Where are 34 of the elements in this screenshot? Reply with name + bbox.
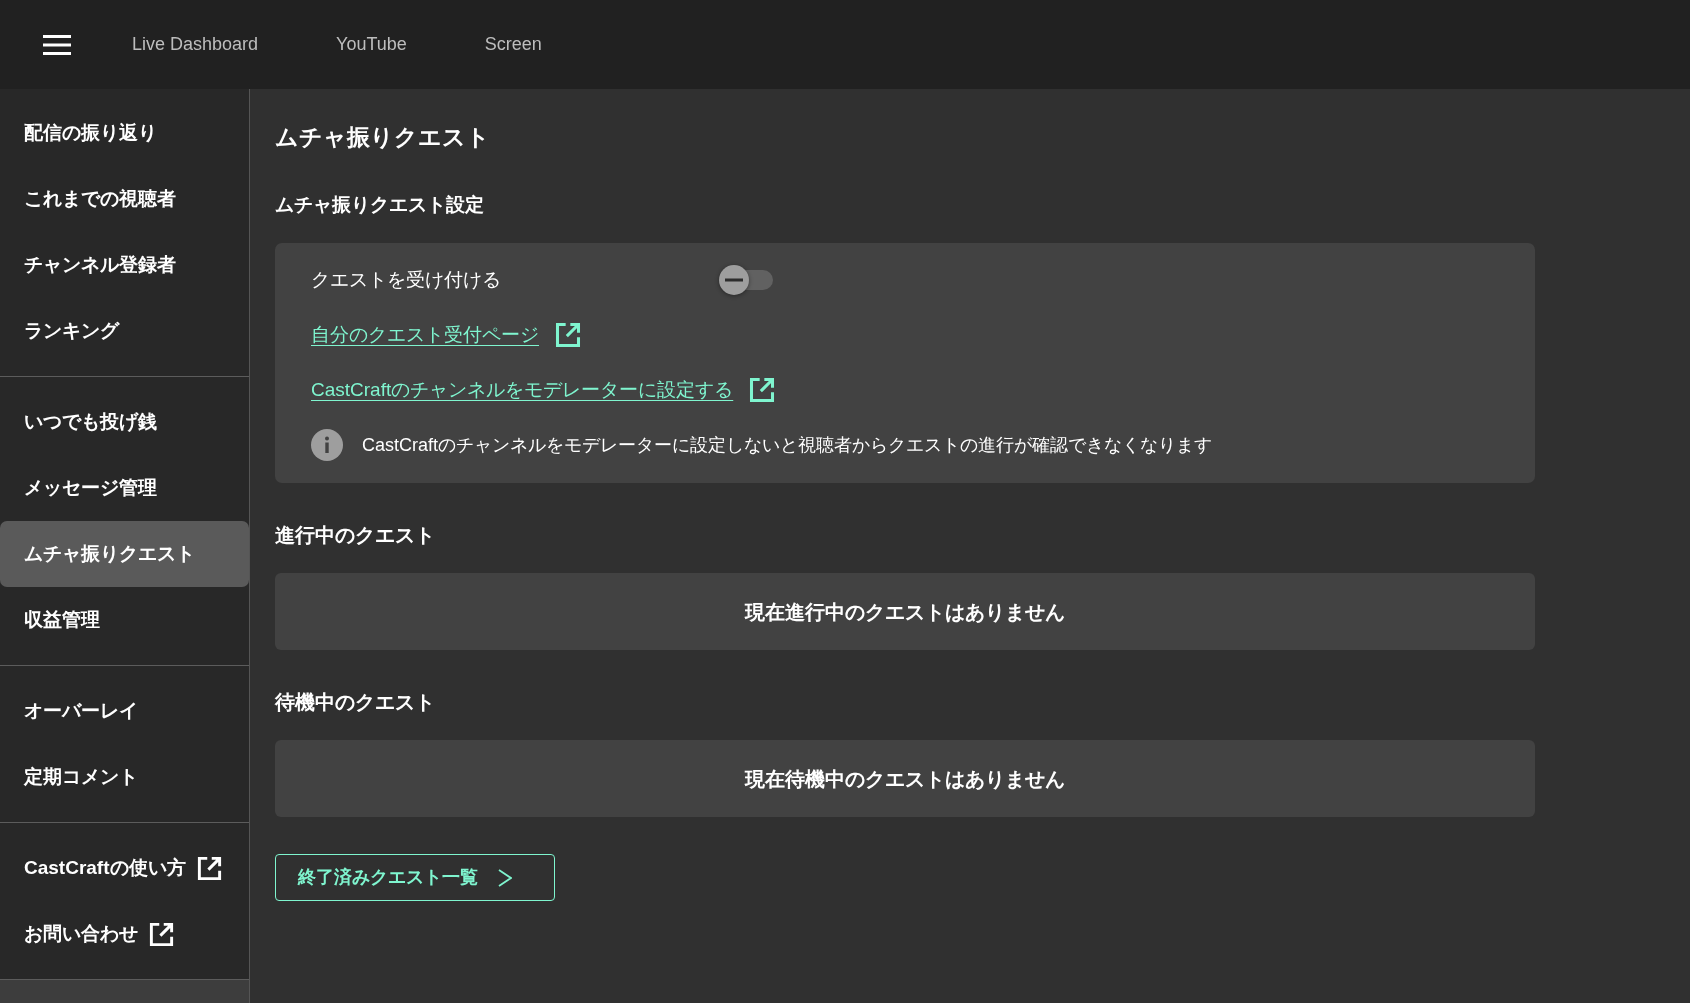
page-title: ムチャ振りクエスト [275,123,490,152]
section-heading: 進行中のクエスト [275,523,435,548]
toggle-label: クエストを受け付ける [311,267,502,292]
chevron-right-icon [498,868,512,887]
sidebar-item[interactable]: 配信の振り返り [0,100,249,166]
external-link[interactable]: 自分のクエスト受付ページ [311,320,539,350]
sidebar-item[interactable]: いつでも投げ銭 [0,389,249,455]
minus-icon [719,265,749,295]
info-note: CastCraftのチャンネルをモデレーターに設定しないと視聴者からクエストの進行が確認できなくなります [362,433,1213,457]
sidebar-item[interactable]: これまでの視聴者 [0,166,249,232]
sidebar-item[interactable]: オーバーレイ [0,678,249,744]
external-link-icon [554,321,582,349]
sidebar-item[interactable]: 収益管理 [0,587,249,653]
sidebar-item[interactable]: ムチャ振りクエスト [0,521,249,587]
sidebar-item[interactable]: CastCraftの使い方 [0,835,249,901]
toggle-switch[interactable] [719,265,773,295]
nav-link[interactable]: YouTube [336,31,407,58]
section-heading: 待機中のクエスト [275,690,435,715]
section-heading: ムチャ振りクエスト設定 [275,193,484,217]
info-icon [311,429,343,461]
empty-message: 現在待機中のクエストはありません [745,766,1065,792]
sidebar-item[interactable]: メッセージ管理 [0,455,249,521]
sidebar-item[interactable]: お問い合わせ [0,901,249,967]
finished-quests-button[interactable]: 終了済みクエスト一覧 [275,854,555,901]
menu-icon [43,33,71,56]
sidebar-item[interactable]: チャンネル登録者 [0,232,249,298]
menu-button[interactable] [43,33,71,56]
empty-message: 現在進行中のクエストはありません [745,599,1065,625]
sidebar-item[interactable]: ランキング [0,298,249,364]
nav-link[interactable]: Screen [484,31,542,58]
external-link-icon [748,376,777,404]
external-link[interactable]: CastCraftのチャンネルをモデレーターに設定する [311,375,734,405]
sidebar-item[interactable]: 定期コメント [0,744,249,810]
nav-link[interactable]: Live Dashboard [132,31,259,58]
